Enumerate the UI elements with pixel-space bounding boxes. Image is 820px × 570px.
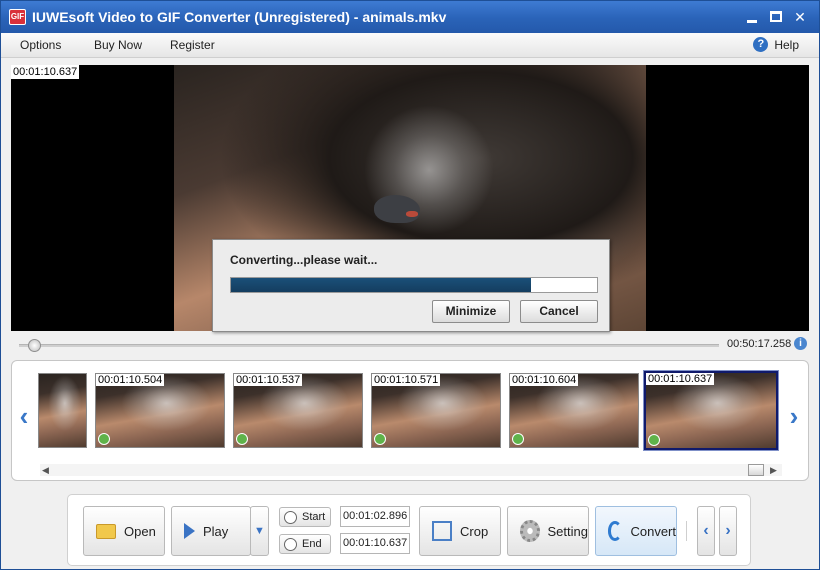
clock-icon: [284, 537, 297, 551]
frame-strip: ‹ 00:01:10.504 00:01:10.537 00:01:10.571…: [11, 360, 809, 481]
bottom-toolbar: Open Play ▼ Start 00:01:02.896 End 00:01…: [67, 494, 751, 566]
set-end-button[interactable]: End: [279, 534, 331, 554]
help-icon: ?: [753, 37, 769, 52]
convert-label: Convert: [630, 523, 676, 539]
timeline-slider[interactable]: [19, 339, 719, 352]
maximize-window-button[interactable]: [767, 8, 785, 26]
scroll-right-icon[interactable]: ▶: [770, 465, 777, 476]
thumbnail-time: 00:01:10.637: [646, 373, 715, 385]
current-time-overlay: 00:01:10.637: [11, 65, 80, 79]
clock-icon: [512, 433, 524, 445]
next-frame-button[interactable]: ›: [719, 506, 737, 556]
window-title: IUWEsoft Video to GIF Converter (Unregis…: [32, 9, 447, 25]
gear-icon: [520, 520, 540, 542]
set-start-button[interactable]: Start: [279, 507, 331, 527]
menu-register[interactable]: Register: [170, 38, 215, 52]
strip-next-icon[interactable]: ›: [784, 403, 804, 431]
strip-scrollbar[interactable]: ◀ ▶: [40, 464, 782, 476]
strip-prev-icon[interactable]: ‹: [14, 403, 34, 431]
app-icon: GIF: [9, 9, 26, 25]
converting-message: Converting...please wait...: [230, 253, 378, 267]
setting-label: Setting: [547, 523, 588, 539]
app-window: GIF IUWEsoft Video to GIF Converter (Unr…: [0, 0, 820, 570]
thumbnail-time: 00:01:10.504: [96, 374, 165, 386]
clock-icon: [648, 434, 660, 446]
help-label: Help: [774, 37, 799, 52]
thumbnail-time: 00:01:10.537: [234, 374, 303, 386]
thumbnail-time: 00:01:10.604: [510, 374, 579, 386]
start-label: Start: [302, 511, 326, 523]
converting-dialog: Converting...please wait... Minimize Can…: [212, 239, 610, 332]
convert-icon: [608, 521, 623, 541]
folder-icon: [96, 523, 116, 539]
minimize-icon: [747, 20, 757, 23]
maximize-icon: [770, 11, 782, 22]
menu-buy-now[interactable]: Buy Now: [94, 38, 142, 52]
open-label: Open: [124, 523, 156, 539]
scroll-left-icon[interactable]: ◀: [42, 465, 49, 476]
clock-icon: [98, 433, 110, 445]
thumbnail-selected[interactable]: 00:01:10.637: [643, 370, 779, 451]
clock-icon: [374, 433, 386, 445]
menu-bar: Options Buy Now Register ? Help: [1, 33, 819, 58]
thumbnail[interactable]: 00:01:10.571: [371, 373, 501, 448]
conversion-progress-bar: [230, 277, 598, 293]
crop-label: Crop: [460, 523, 489, 539]
chevron-left-icon: ‹: [703, 522, 709, 539]
crop-icon: [432, 521, 452, 541]
scrollbar-thumb[interactable]: [748, 464, 764, 476]
open-button[interactable]: Open: [83, 506, 165, 556]
thumbnail[interactable]: 00:01:10.604: [509, 373, 639, 448]
close-icon: ✕: [794, 9, 806, 25]
setting-button[interactable]: Setting: [507, 506, 589, 556]
video-duration: 00:50:17.258: [727, 338, 792, 350]
previous-frame-button[interactable]: ‹: [697, 506, 715, 556]
bird-beak: [406, 211, 418, 217]
clock-icon: [284, 510, 297, 524]
help-menu[interactable]: ? Help: [753, 37, 799, 52]
end-time-field[interactable]: 00:01:10.637: [340, 533, 410, 554]
minimize-button[interactable]: Minimize: [432, 300, 510, 323]
info-icon[interactable]: i: [794, 337, 807, 350]
crop-button[interactable]: Crop: [419, 506, 501, 556]
play-options-button[interactable]: ▼: [250, 506, 269, 556]
start-time-field[interactable]: 00:01:02.896: [340, 506, 410, 527]
play-icon: [184, 523, 195, 539]
toolbar-divider: [686, 521, 687, 541]
thumbnail[interactable]: [38, 373, 87, 448]
end-label: End: [302, 538, 322, 550]
play-button[interactable]: Play: [171, 506, 251, 556]
clock-icon: [236, 433, 248, 445]
menu-options[interactable]: Options: [20, 38, 61, 52]
thumbnail-time: 00:01:10.571: [372, 374, 441, 386]
minimize-window-button[interactable]: [743, 8, 761, 26]
close-window-button[interactable]: ✕: [791, 8, 809, 26]
cancel-button[interactable]: Cancel: [520, 300, 598, 323]
bird: [374, 195, 420, 223]
thumbnail[interactable]: 00:01:10.504: [95, 373, 225, 448]
progress-fill: [231, 278, 532, 292]
title-bar[interactable]: GIF IUWEsoft Video to GIF Converter (Unr…: [1, 1, 819, 33]
thumbnail[interactable]: 00:01:10.537: [233, 373, 363, 448]
chevron-right-icon: ›: [725, 522, 731, 539]
chevron-down-icon: ▼: [254, 525, 265, 537]
convert-button[interactable]: Convert: [595, 506, 677, 556]
timeline-handle[interactable]: [28, 339, 41, 352]
play-label: Play: [203, 523, 229, 539]
